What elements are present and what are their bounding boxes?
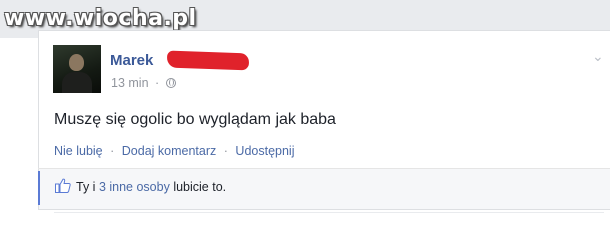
meta-separator: ·	[155, 76, 160, 90]
author-name[interactable]: Marek	[110, 52, 153, 69]
comment-link[interactable]: Dodaj komentarz	[122, 144, 217, 158]
next-comment-row	[54, 212, 604, 220]
likes-summary: Ty i 3 inne osoby lubicie to.	[76, 180, 226, 194]
avatar[interactable]	[53, 45, 101, 93]
post-text: Muszę się ogolic bo wyglądam jak baba	[54, 111, 336, 128]
close-icon[interactable]: ⌄	[592, 48, 604, 65]
post-time[interactable]: 13 min	[111, 76, 149, 90]
share-link[interactable]: Udostępnij	[235, 144, 294, 158]
action-separator: ·	[223, 144, 228, 158]
action-separator: ·	[110, 144, 115, 158]
avatar-body	[62, 72, 92, 93]
likes-prefix: Ty i	[76, 180, 96, 194]
site-watermark: www.wiocha.pl	[4, 6, 197, 31]
avatar-head	[69, 54, 84, 71]
post-actions: Nie lubię · Dodaj komentarz · Udostępnij	[54, 144, 295, 158]
globe-icon[interactable]	[165, 78, 176, 88]
likes-suffix: lubicie to.	[173, 180, 227, 194]
likes-others-link[interactable]: 3 inne osoby	[99, 180, 170, 194]
likes-accent-bar	[38, 171, 40, 205]
thumbs-up-icon[interactable]	[55, 178, 71, 193]
redacted-surname	[166, 50, 250, 71]
unlike-link[interactable]: Nie lubię	[54, 144, 103, 158]
post-meta: 13 min ·	[111, 76, 176, 90]
